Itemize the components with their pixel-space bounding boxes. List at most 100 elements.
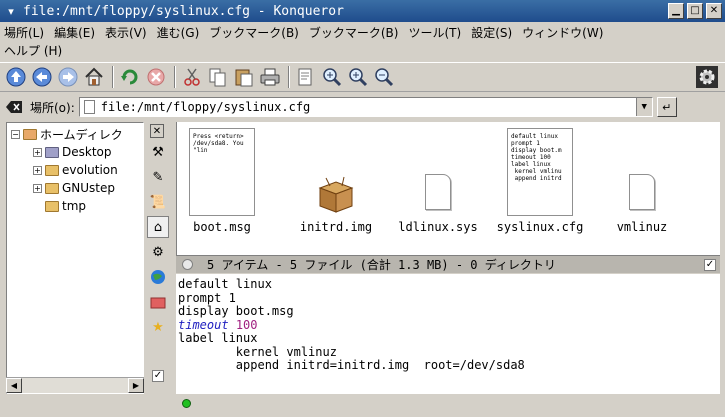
bookmark-tab-icon[interactable]: ✎ <box>147 166 169 188</box>
clear-location-icon[interactable] <box>4 98 24 116</box>
code-line: append initrd=initrd.img root=/dev/sda8 <box>178 358 525 372</box>
close-sidebar-icon[interactable]: ✕ <box>150 124 164 138</box>
file-name: ldlinux.sys <box>398 220 478 234</box>
menu-settings[interactable]: 設定(S) <box>471 24 512 41</box>
location-input[interactable]: file:/mnt/floppy/syslinux.cfg ▼ <box>78 97 653 117</box>
paste-icon[interactable] <box>232 65 256 89</box>
minimize-button[interactable]: ▁ <box>668 3 684 19</box>
forward-icon[interactable] <box>56 65 80 89</box>
location-label: 場所(o): <box>30 100 75 115</box>
sidebar-config-checkbox[interactable]: ✓ <box>152 370 164 382</box>
desktop-icon <box>45 146 59 158</box>
file-name: boot.msg <box>193 220 251 234</box>
file-item[interactable]: default linux prompt 1 display boot.m ti… <box>495 122 585 234</box>
back-icon[interactable] <box>30 65 54 89</box>
tree-item-tmp[interactable]: tmp <box>45 197 86 215</box>
chevron-down-icon[interactable]: ▼ <box>635 98 652 116</box>
code-line: kernel vmlinuz <box>178 344 337 359</box>
code-line: timeout 100 <box>178 317 718 333</box>
home-folder-icon <box>23 128 37 140</box>
folder-tab-icon[interactable] <box>147 291 169 313</box>
active-view-indicator <box>182 398 191 408</box>
menu-bookmarks[interactable]: ブックマーク(B) <box>209 24 299 41</box>
menu-edit[interactable]: 編集(E) <box>54 24 95 41</box>
tree-item-desktop[interactable]: + Desktop <box>33 143 112 161</box>
text-preview-pane[interactable]: default linux prompt 1 display boot.msg tim… <box>176 274 720 394</box>
maximize-button[interactable]: □ <box>687 3 703 19</box>
toolbar-separator <box>174 66 176 88</box>
tree-horizontal-scrollbar[interactable]: ◀ ▶ <box>6 377 144 393</box>
file-icon-view: Press <return> /dev/sda8. You "lin boot.… <box>176 122 720 255</box>
file-name: initrd.img <box>299 220 373 234</box>
expand-icon[interactable]: + <box>33 165 42 175</box>
properties-icon[interactable] <box>294 65 318 89</box>
page-icon <box>83 100 95 114</box>
collapse-icon[interactable]: − <box>11 129 20 139</box>
code-line: display boot.msg <box>178 304 294 318</box>
go-button[interactable]: ↵ <box>656 97 677 117</box>
menu-go[interactable]: 進む(G) <box>157 24 200 41</box>
tree-item-label: Desktop <box>62 145 112 159</box>
zoom-icon[interactable] <box>320 65 344 89</box>
menu-view[interactable]: 表示(V) <box>105 24 147 41</box>
tree-item-home[interactable]: − ホームディレク <box>11 125 123 143</box>
home-icon[interactable] <box>82 65 106 89</box>
expand-icon[interactable]: + <box>33 183 42 193</box>
status-bar: 5 アイテム - 5 ファイル (合計 1.3 MB) - 0 ディレクトリ ✓ <box>176 255 720 273</box>
copy-icon[interactable] <box>206 65 230 89</box>
file-item[interactable]: Press <return> /dev/sda8. You "lin boot.… <box>177 122 267 234</box>
toolbar-separator <box>112 66 114 88</box>
history-tab-icon[interactable]: 📜 <box>147 191 169 213</box>
location-value: file:/mnt/floppy/syslinux.cfg <box>100 100 311 114</box>
file-item[interactable]: initrd.img <box>291 122 381 234</box>
close-button[interactable]: ✕ <box>706 3 722 19</box>
home-tab-icon[interactable]: ⌂ <box>147 216 169 238</box>
title-bar[interactable]: ▾ file:/mnt/floppy/syslinux.cfg - Konque… <box>0 0 725 22</box>
sidebar-tabs: ✕ ⚒ ✎ 📜 ⌂ ⚙ ★ ✓ <box>146 122 170 412</box>
zoom-out-icon[interactable] <box>372 65 396 89</box>
main-toolbar <box>0 62 725 92</box>
favorites-tab-icon[interactable]: ★ <box>147 316 169 338</box>
tree-item-label: ホームディレク <box>40 127 123 142</box>
view-link-indicator[interactable] <box>182 259 193 270</box>
menu-window[interactable]: ウィンドウ(W) <box>522 24 603 41</box>
cut-icon[interactable] <box>180 65 204 89</box>
menu-tools[interactable]: ツール(T) <box>408 24 461 41</box>
folder-icon <box>45 182 59 194</box>
tree-item-label: tmp <box>62 199 87 213</box>
expand-icon[interactable]: + <box>33 147 42 157</box>
location-bar: 場所(o): file:/mnt/floppy/syslinux.cfg ▼ ↵ <box>0 93 725 121</box>
toolbar-separator <box>288 66 290 88</box>
file-item[interactable]: ldlinux.sys <box>393 122 483 234</box>
link-view-checkbox[interactable]: ✓ <box>704 258 716 271</box>
window-title: file:/mnt/floppy/syslinux.cfg - Konquero… <box>23 3 344 19</box>
tree-item-gnustep[interactable]: + GNUstep <box>33 179 115 197</box>
kde-gear-icon[interactable] <box>695 65 719 89</box>
text-preview-thumbnail: Press <return> /dev/sda8. You "lin <box>189 128 255 216</box>
tools-tab-icon[interactable]: ⚒ <box>147 141 169 163</box>
tree-item-evolution[interactable]: + evolution <box>33 161 118 179</box>
keyword-token: timeout <box>178 317 229 332</box>
network-tab-icon[interactable]: ⚙ <box>147 241 169 263</box>
konqueror-window: ▾ file:/mnt/floppy/syslinux.cfg - Konque… <box>0 0 725 417</box>
scroll-left-icon[interactable]: ◀ <box>6 378 22 393</box>
code-line: default linux <box>178 277 272 291</box>
menu-bookmarks-2[interactable]: ブックマーク(B) <box>309 24 399 41</box>
stop-icon[interactable] <box>144 65 168 89</box>
code-line: label linux <box>178 331 258 345</box>
reload-icon[interactable] <box>118 65 142 89</box>
web-tab-icon[interactable] <box>147 266 169 288</box>
up-icon[interactable] <box>4 65 28 89</box>
file-name: syslinux.cfg <box>496 220 584 234</box>
scroll-right-icon[interactable]: ▶ <box>128 378 144 393</box>
tree-item-label: evolution <box>62 163 118 177</box>
print-icon[interactable] <box>258 65 282 89</box>
window-menu-icon[interactable]: ▾ <box>2 2 20 20</box>
menu-location[interactable]: 場所(L) <box>4 24 44 41</box>
zoom-in-icon[interactable] <box>346 65 370 89</box>
menu-help[interactable]: ヘルプ (H) <box>4 42 62 59</box>
file-item[interactable]: vmlinuz <box>597 122 687 234</box>
folder-tree: − ホームディレク + Desktop + evolution + GNUste… <box>6 122 144 394</box>
archive-box-icon <box>316 174 356 214</box>
status-text: 5 アイテム - 5 ファイル (合計 1.3 MB) - 0 ディレクトリ <box>207 258 556 272</box>
